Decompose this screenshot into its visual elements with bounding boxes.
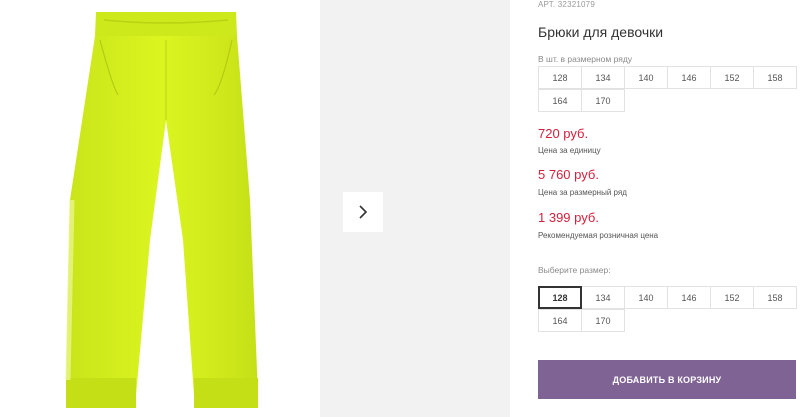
size-range-grid: 128 134 140 146 152 158 164 170 (538, 66, 800, 112)
gallery-next-button[interactable] (343, 192, 383, 232)
retail-price: 1 399 руб. (538, 210, 599, 225)
size-range-cell: 158 (753, 66, 797, 89)
add-to-cart-button[interactable]: ДОБАВИТЬ В КОРЗИНУ (538, 360, 796, 399)
size-option[interactable]: 134 (581, 286, 625, 309)
range-price-label: Цена за размерный ряд (538, 188, 627, 197)
size-select-caption: Выберите размер: (538, 265, 611, 275)
size-option[interactable]: 140 (624, 286, 668, 309)
product-image[interactable] (0, 0, 320, 417)
size-option[interactable]: 146 (667, 286, 711, 309)
size-range-cell: 164 (538, 89, 582, 112)
size-range-cell: 152 (710, 66, 754, 89)
range-price: 5 760 руб. (538, 167, 599, 182)
size-option[interactable]: 170 (581, 309, 625, 332)
pants-illustration (65, 12, 258, 408)
size-option[interactable]: 164 (538, 309, 582, 332)
unit-price: 720 руб. (538, 126, 589, 141)
size-option[interactable]: 152 (710, 286, 754, 309)
size-range-cell: 128 (538, 66, 582, 89)
sku-value: 32321079 (557, 0, 595, 9)
size-range-caption: В шт. в размерном ряду (538, 54, 633, 64)
size-select-grid: 128 134 140 146 152 158 164 170 (538, 286, 800, 332)
size-range-cell: 170 (581, 89, 625, 112)
size-range-cell: 146 (667, 66, 711, 89)
chevron-right-icon (359, 205, 368, 219)
size-range-cell: 140 (624, 66, 668, 89)
unit-price-label: Цена за единицу (538, 146, 601, 155)
size-option-selected[interactable]: 128 (538, 286, 582, 309)
size-option[interactable]: 158 (753, 286, 797, 309)
sku-label: АРТ. (538, 0, 556, 9)
product-title: Брюки для девочки (538, 24, 664, 40)
size-range-cell: 134 (581, 66, 625, 89)
product-sku: АРТ. 32321079 (538, 0, 595, 9)
retail-price-label: Рекомендуемая розничная цена (538, 231, 659, 240)
